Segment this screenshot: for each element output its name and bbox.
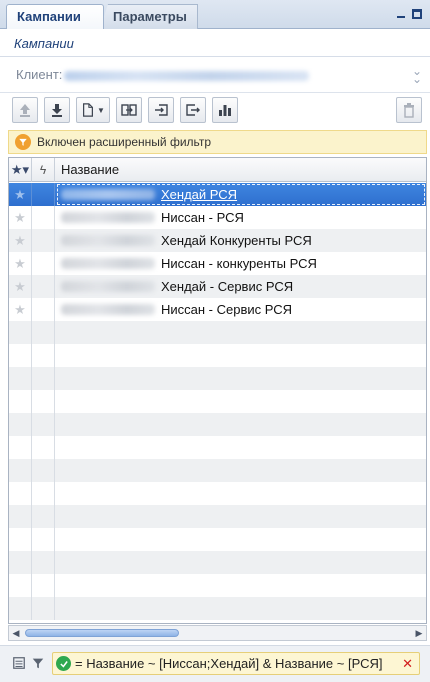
table-row[interactable]: ★ Ниссан - конкуренты РСЯ xyxy=(9,252,426,275)
table-row[interactable]: ★ Хендай Конкуренты РСЯ xyxy=(9,229,426,252)
list-icon[interactable] xyxy=(12,656,28,672)
redacted-cell xyxy=(61,235,155,246)
star-icon[interactable]: ★ xyxy=(9,183,32,206)
empty-row xyxy=(9,321,426,344)
empty-row xyxy=(9,413,426,436)
campaign-name: Ниссан - РСЯ xyxy=(161,210,244,225)
chevron-down-icon: ▼ xyxy=(97,105,105,115)
tab-parameters[interactable]: Параметры xyxy=(100,4,198,29)
copy-campaign-icon[interactable] xyxy=(116,97,142,123)
toolbar: ▼ xyxy=(0,92,430,126)
tab-campaigns[interactable]: Кампании xyxy=(6,4,104,29)
empty-row xyxy=(9,482,426,505)
name-column-header[interactable]: Название xyxy=(55,158,426,182)
new-document-dropdown[interactable]: ▼ xyxy=(76,97,110,123)
redacted-cell xyxy=(61,281,155,292)
filter-banner-text: Включен расширенный фильтр xyxy=(37,135,212,149)
upload-icon[interactable] xyxy=(12,97,38,123)
advanced-filter-banner: Включен расширенный фильтр xyxy=(8,130,427,154)
client-label: Клиент: xyxy=(16,67,63,82)
empty-row xyxy=(9,436,426,459)
delete-icon[interactable] xyxy=(396,97,422,123)
bolt-cell xyxy=(32,183,55,206)
scroll-left-icon[interactable]: ◀ xyxy=(9,626,23,640)
empty-row xyxy=(9,597,426,620)
grid-header: ★▾ ϟ Название xyxy=(9,158,426,182)
bolt-cell xyxy=(32,275,55,298)
table-row[interactable]: ★ Хендай РСЯ xyxy=(9,183,426,206)
star-icon[interactable]: ★ xyxy=(9,206,32,229)
tab-strip: Кампании Параметры xyxy=(0,0,430,29)
export-icon[interactable] xyxy=(180,97,206,123)
empty-row xyxy=(9,390,426,413)
empty-row xyxy=(9,344,426,367)
star-icon[interactable]: ★ xyxy=(9,252,32,275)
horizontal-scrollbar[interactable]: ◀ ▶ xyxy=(8,625,427,641)
filter-expression-text: = Название ~ [Ниссан;Хендай] & Название … xyxy=(75,656,383,671)
table-row[interactable]: ★ Ниссан - Сервис РСЯ xyxy=(9,298,426,321)
download-icon[interactable] xyxy=(44,97,70,123)
campaigns-grid: ★▾ ϟ Название ★ Хендай РСЯ ★ Ниссан - РС… xyxy=(8,157,427,624)
empty-row xyxy=(9,528,426,551)
campaign-name: Ниссан - Сервис РСЯ xyxy=(161,302,293,317)
bolt-cell xyxy=(32,229,55,252)
scrollbar-thumb[interactable] xyxy=(25,629,179,637)
statistics-icon[interactable] xyxy=(212,97,238,123)
filter-bar: = Название ~ [Ниссан;Хендай] & Название … xyxy=(0,645,430,682)
bolt-cell xyxy=(32,252,55,275)
maximize-icon[interactable] xyxy=(412,9,422,19)
redacted-cell xyxy=(61,212,155,223)
chevron-down-icon[interactable]: ⌄ ⌄ xyxy=(412,65,422,85)
empty-row xyxy=(9,367,426,390)
filter-icon xyxy=(15,134,31,150)
filter-expression[interactable]: = Название ~ [Ниссан;Хендай] & Название … xyxy=(52,652,420,675)
check-icon xyxy=(56,656,71,671)
table-row[interactable]: ★ Ниссан - РСЯ xyxy=(9,206,426,229)
window-controls xyxy=(396,9,422,19)
bolt-cell xyxy=(32,206,55,229)
redacted-cell xyxy=(61,304,155,315)
campaign-name: Ниссан - конкуренты РСЯ xyxy=(161,256,317,271)
table-row[interactable]: ★ Хендай - Сервис РСЯ xyxy=(9,275,426,298)
redacted-cell xyxy=(61,258,155,269)
minimize-icon[interactable] xyxy=(396,9,406,19)
campaign-name: Хендай Конкуренты РСЯ xyxy=(161,233,312,248)
empty-row xyxy=(9,574,426,597)
import-icon[interactable] xyxy=(148,97,174,123)
star-icon[interactable]: ★ xyxy=(9,229,32,252)
bolt-column-header[interactable]: ϟ xyxy=(32,158,55,182)
empty-row xyxy=(9,551,426,574)
filter-icon[interactable] xyxy=(31,656,47,672)
client-selector[interactable]: Клиент: ⌄ ⌄ xyxy=(0,62,430,88)
section-title: Кампании xyxy=(0,30,430,57)
client-value-redacted xyxy=(64,71,309,81)
clear-filter-icon[interactable]: ✕ xyxy=(402,653,413,674)
scroll-right-icon[interactable]: ▶ xyxy=(412,626,426,640)
bolt-cell xyxy=(32,298,55,321)
campaigns-panel: Кампании Параметры Кампании Клиент: ⌄ ⌄ ▼ xyxy=(0,0,430,682)
star-icon[interactable]: ★ xyxy=(9,298,32,321)
empty-row xyxy=(9,505,426,528)
star-column-header[interactable]: ★▾ xyxy=(9,158,32,182)
focus-outline xyxy=(57,184,425,205)
empty-row xyxy=(9,459,426,482)
campaign-name: Хендай - Сервис РСЯ xyxy=(161,279,294,294)
star-icon[interactable]: ★ xyxy=(9,275,32,298)
